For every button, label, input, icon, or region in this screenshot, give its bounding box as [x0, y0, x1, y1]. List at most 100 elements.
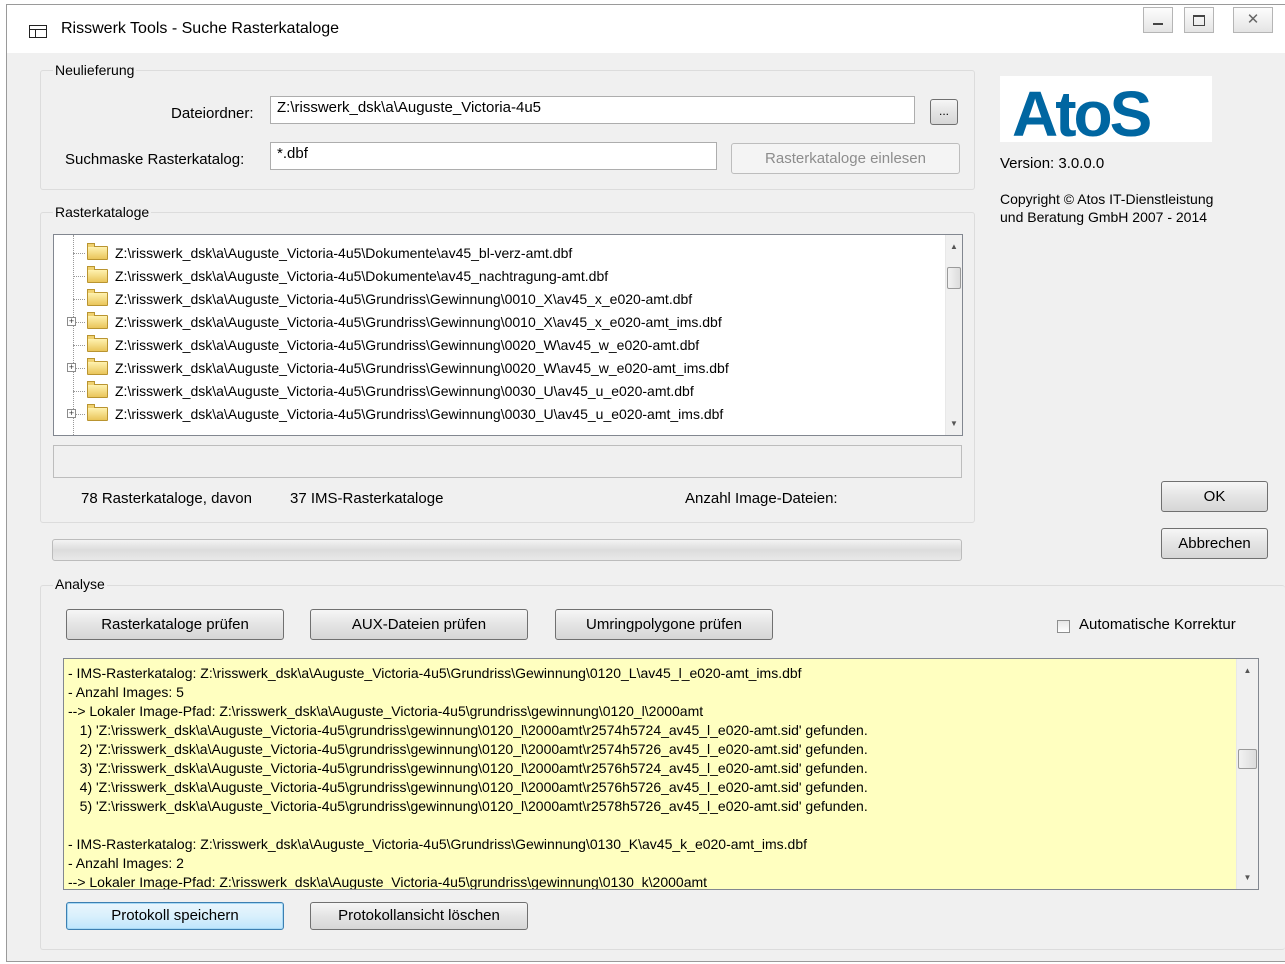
tree-item-label: Z:\risswerk_dsk\a\Auguste_Victoria-4u5\G… — [115, 291, 693, 307]
log-line: - Anzahl Images: 5 — [68, 684, 184, 700]
log-line: --> Lokaler Image-Pfad: Z:\risswerk_dsk\… — [68, 874, 708, 890]
browse-button[interactable]: ... — [930, 99, 958, 125]
tree-item-label: Z:\risswerk_dsk\a\Auguste_Victoria-4u5\D… — [115, 268, 609, 284]
tree-item[interactable]: Z:\risswerk_dsk\a\Auguste_Victoria-4u5\G… — [54, 334, 934, 357]
protokoll-speichern-button[interactable]: Protokoll speichern — [66, 902, 284, 930]
status-field — [53, 445, 962, 478]
expand-icon[interactable]: + — [67, 317, 76, 326]
log-line: 2) 'Z:\risswerk_dsk\a\Auguste_Victoria-4… — [68, 741, 868, 757]
rasterkataloge-pruefen-button[interactable]: Rasterkataloge prüfen — [66, 609, 284, 640]
log-line: - IMS-Rasterkatalog: Z:\risswerk_dsk\a\A… — [68, 665, 802, 681]
atos-logo-graphic: AtoS — [1012, 78, 1154, 150]
tree-item[interactable]: Z:\risswerk_dsk\a\Auguste_Victoria-4u5\D… — [54, 265, 934, 288]
folder-icon — [87, 312, 108, 329]
abbrechen-button[interactable]: Abbrechen — [1161, 528, 1268, 559]
tree-item[interactable]: Z:\risswerk_dsk\a\Auguste_Victoria-4u5\D… — [54, 242, 934, 265]
protokollansicht-loeschen-label: Protokollansicht löschen — [338, 907, 500, 924]
rasterkataloge-tree[interactable]: Z:\risswerk_dsk\a\Auguste_Victoria-4u5\D… — [53, 234, 963, 436]
title-bar[interactable]: Risswerk Tools - Suche Rasterkataloge ✕ — [7, 5, 1285, 53]
dateiordner-label: Dateiordner: — [171, 105, 254, 122]
copyright-line-2: und Beratung GmbH 2007 - 2014 — [1000, 209, 1208, 225]
tree-item[interactable]: Z:\risswerk_dsk\a\Auguste_Victoria-4u5\G… — [54, 288, 934, 311]
tree-item-label: Z:\risswerk_dsk\a\Auguste_Victoria-4u5\G… — [115, 383, 694, 399]
log-scroll-down-icon[interactable]: ▼ — [1237, 869, 1258, 886]
rasterkataloge-count: 78 Rasterkataloge, davon — [81, 490, 252, 507]
folder-icon — [87, 358, 108, 375]
rasterkataloge-einlesen-button[interactable]: Rasterkataloge einlesen — [731, 143, 960, 174]
window-title: Risswerk Tools - Suche Rasterkataloge — [61, 20, 340, 37]
neulieferung-label: Neulieferung — [53, 62, 137, 78]
browse-button-label: ... — [938, 104, 949, 118]
tree-item-label: Z:\risswerk_dsk\a\Auguste_Victoria-4u5\G… — [115, 360, 729, 376]
main-window: Risswerk Tools - Suche Rasterkataloge ✕ … — [6, 4, 1285, 962]
dateiordner-field[interactable]: Z:\risswerk_dsk\a\Auguste_Victoria-4u5 — [270, 96, 915, 124]
tree-connector — [73, 299, 85, 300]
ims-count: 37 IMS-Rasterkataloge — [290, 490, 444, 507]
aux-dateien-pruefen-label: AUX-Dateien prüfen — [351, 616, 487, 633]
folder-icon — [87, 404, 108, 421]
tree-item[interactable]: + Z:\risswerk_dsk\a\Auguste_Victoria-4u5\… — [54, 311, 934, 334]
folder-icon — [87, 266, 108, 283]
protokollansicht-loeschen-button[interactable]: Protokollansicht löschen — [310, 902, 528, 930]
copyright-line-1: Copyright © Atos IT-Dienstleistung — [1000, 191, 1214, 207]
tree-item-label: Z:\risswerk_dsk\a\Auguste_Victoria-4u5\G… — [115, 406, 724, 422]
maximize-button[interactable] — [1184, 7, 1214, 33]
tree-scroll-thumb[interactable] — [947, 267, 961, 289]
log-line: - IMS-Rasterkatalog: Z:\risswerk_dsk\a\A… — [68, 836, 807, 852]
close-button[interactable]: ✕ — [1233, 7, 1273, 33]
tree-connector — [73, 253, 85, 254]
folder-icon — [87, 243, 108, 260]
ok-button-label: OK — [1203, 488, 1226, 505]
rasterkataloge-label: Rasterkataloge — [53, 204, 152, 220]
suchmaske-label: Suchmaske Rasterkatalog: — [65, 151, 245, 168]
log-scrollbar[interactable]: ▲ ▼ — [1236, 659, 1258, 889]
log-line: 5) 'Z:\risswerk_dsk\a\Auguste_Victoria-4… — [68, 798, 868, 814]
automatische-korrektur-checkbox[interactable] — [1057, 620, 1070, 633]
abbrechen-button-label: Abbrechen — [1178, 535, 1251, 552]
einlesen-button-label: Rasterkataloge einlesen — [765, 150, 926, 167]
analyse-log[interactable]: - IMS-Rasterkatalog: Z:\risswerk_dsk\a\A… — [63, 658, 1259, 890]
tree-connector — [73, 276, 85, 277]
analyse-label: Analyse — [53, 576, 107, 592]
log-line: --> Lokaler Image-Pfad: Z:\risswerk_dsk\… — [68, 703, 704, 719]
logo-text: AtoS — [1012, 78, 1151, 142]
log-scroll-thumb[interactable] — [1238, 749, 1257, 769]
ok-button[interactable]: OK — [1161, 481, 1268, 512]
tree-item-label: Z:\risswerk_dsk\a\Auguste_Victoria-4u5\G… — [115, 314, 722, 330]
umringpolygone-pruefen-button[interactable]: Umringpolygone prüfen — [555, 609, 773, 640]
aux-dateien-pruefen-button[interactable]: AUX-Dateien prüfen — [310, 609, 528, 640]
rasterkataloge-pruefen-label: Rasterkataloge prüfen — [101, 616, 249, 633]
tree-connector — [73, 345, 85, 346]
progress-bar — [52, 539, 962, 561]
automatische-korrektur-label[interactable]: Automatische Korrektur — [1079, 616, 1236, 633]
log-line: 1) 'Z:\risswerk_dsk\a\Auguste_Victoria-4… — [68, 722, 868, 738]
folder-icon — [87, 381, 108, 398]
tree-connector — [73, 391, 85, 392]
log-line: 4) 'Z:\risswerk_dsk\a\Auguste_Victoria-4… — [68, 779, 868, 795]
folder-icon — [87, 335, 108, 352]
log-line: - Anzahl Images: 2 — [68, 855, 184, 871]
window-icon — [29, 25, 47, 38]
suchmaske-field[interactable]: *.dbf — [270, 142, 717, 170]
protokoll-speichern-label: Protokoll speichern — [111, 907, 239, 924]
scroll-down-icon[interactable]: ▼ — [946, 415, 962, 432]
close-icon: ✕ — [1246, 11, 1260, 28]
expand-icon[interactable]: + — [67, 409, 76, 418]
maximize-icon — [1193, 15, 1205, 27]
log-line: 3) 'Z:\risswerk_dsk\a\Auguste_Victoria-4… — [68, 760, 868, 776]
minimize-icon — [1153, 22, 1163, 25]
version-label: Version: 3.0.0.0 — [1000, 155, 1105, 172]
tree-item[interactable]: Z:\risswerk_dsk\a\Auguste_Victoria-4u5\G… — [54, 380, 934, 403]
tree-item-label: Z:\risswerk_dsk\a\Auguste_Victoria-4u5\D… — [115, 245, 573, 261]
tree-scrollbar[interactable]: ▲ ▼ — [945, 235, 962, 435]
folder-icon — [87, 289, 108, 306]
image-count-label: Anzahl Image-Dateien: — [685, 490, 838, 507]
umringpolygone-pruefen-label: Umringpolygone prüfen — [586, 616, 742, 633]
expand-icon[interactable]: + — [67, 363, 76, 372]
minimize-button[interactable] — [1143, 7, 1173, 33]
tree-item[interactable]: + Z:\risswerk_dsk\a\Auguste_Victoria-4u5\… — [54, 357, 934, 380]
log-scroll-up-icon[interactable]: ▲ — [1237, 662, 1258, 679]
tree-item[interactable]: + Z:\risswerk_dsk\a\Auguste_Victoria-4u5\… — [54, 403, 934, 426]
scroll-up-icon[interactable]: ▲ — [946, 238, 962, 255]
atos-logo: AtoS — [1000, 76, 1212, 150]
